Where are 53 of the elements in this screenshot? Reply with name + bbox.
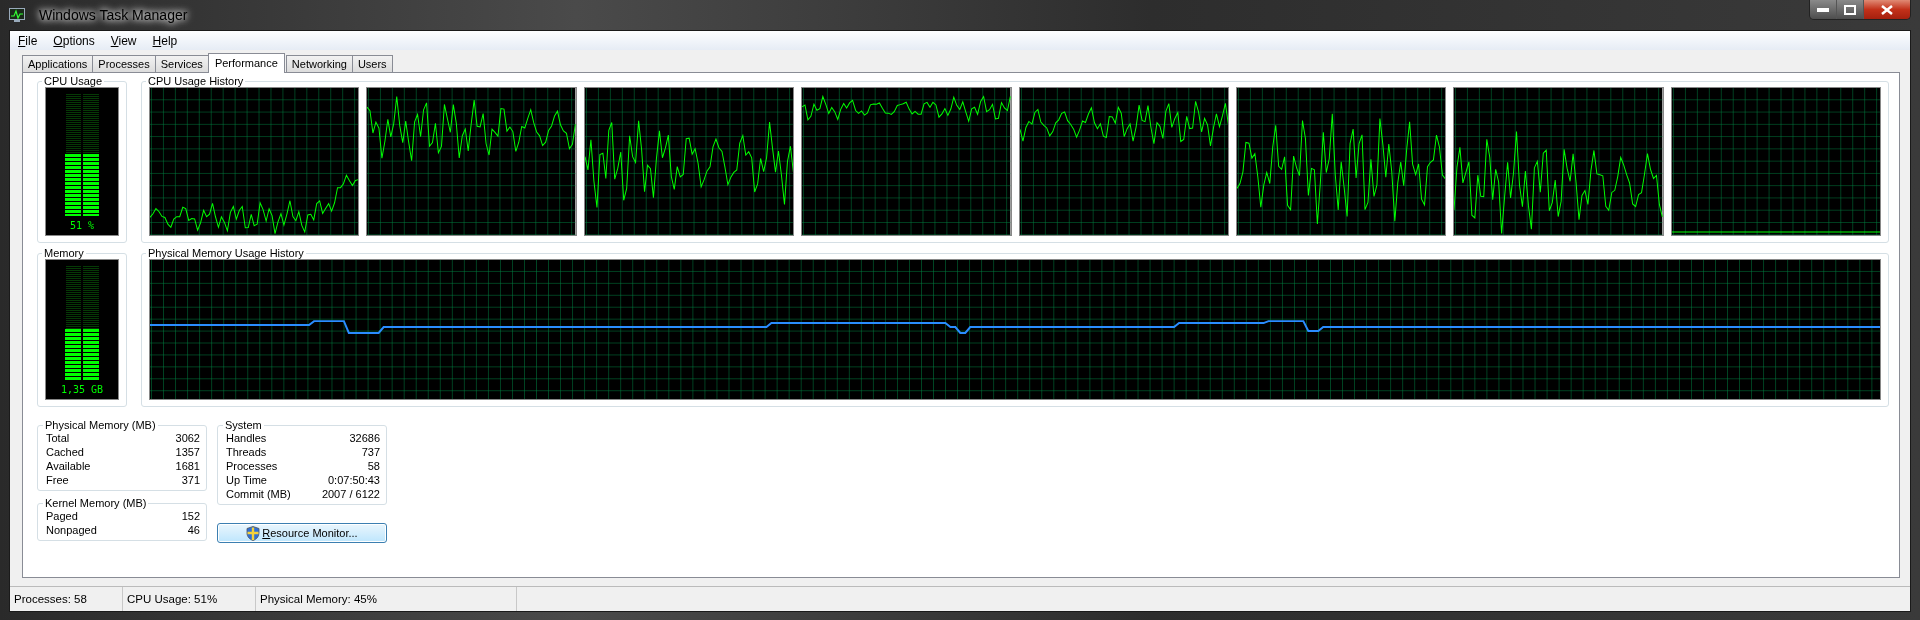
stat-value: 32686: [349, 431, 380, 445]
menu-item[interactable]: File: [10, 33, 46, 48]
stat-label: Available: [46, 459, 91, 473]
stat-value: 152: [181, 509, 200, 523]
menu-item[interactable]: Help: [144, 33, 186, 48]
stat-label: Processes: [226, 459, 278, 473]
stat-value: 737: [361, 445, 380, 459]
tab[interactable]: Services: [154, 55, 209, 72]
tab[interactable]: Networking: [285, 55, 353, 72]
stat-label: Threads: [226, 445, 267, 459]
status-bar-cell: Physical Memory: 45%: [256, 587, 517, 611]
minimize-icon: [1817, 7, 1829, 12]
group-title: CPU Usage History: [147, 75, 245, 87]
minimize-button[interactable]: [1810, 0, 1837, 19]
tab[interactable]: Processes: [92, 55, 156, 72]
stat-label: Paged: [46, 509, 78, 523]
tab[interactable]: Applications: [22, 55, 94, 72]
menu-item[interactable]: View: [102, 33, 145, 48]
status-bar-cell: CPU Usage: 51%: [123, 587, 256, 611]
status-bar-cell: Processes: 58: [10, 587, 123, 611]
group-title: Kernel Memory (MB): [44, 497, 148, 509]
app-icon: [9, 8, 25, 22]
stat-label: Up Time: [226, 473, 267, 487]
shield-icon: [246, 525, 261, 541]
tab[interactable]: Performance: [207, 53, 285, 73]
cpu-usage-reading: 51 %: [69, 220, 95, 231]
group-title: Physical Memory Usage History: [147, 247, 305, 259]
group-title: CPU Usage: [43, 75, 104, 87]
group-title: Memory: [43, 247, 85, 259]
stat-label: Free: [46, 473, 69, 487]
stat-label: Nonpaged: [46, 523, 97, 537]
close-button[interactable]: [1864, 0, 1910, 19]
stat-value: 2007 / 6122: [321, 487, 380, 501]
stat-value: 58: [367, 459, 380, 473]
group-title: Physical Memory (MB): [44, 419, 157, 431]
stat-label: Cached: [46, 445, 84, 459]
stat-value: 3062: [175, 431, 200, 445]
stat-value: 0:07:50:43: [328, 473, 380, 487]
stat-value: 46: [187, 523, 200, 537]
maximize-icon: [1844, 4, 1856, 15]
stat-label: Handles: [226, 431, 267, 445]
memory-reading: 1,35 GB: [60, 384, 104, 395]
stat-value: 1357: [175, 445, 200, 459]
group-title: System: [224, 419, 263, 431]
resource-monitor-button[interactable]: Resource Monitor...: [217, 523, 387, 543]
stat-value: 1681: [175, 459, 200, 473]
close-icon: [1881, 4, 1893, 15]
stat-value: 371: [181, 473, 200, 487]
maximize-button[interactable]: [1837, 0, 1864, 19]
stat-label: Total: [46, 431, 70, 445]
menu-item[interactable]: Options: [45, 33, 103, 48]
tab[interactable]: Users: [351, 55, 393, 72]
stat-label: Commit (MB): [226, 487, 291, 501]
